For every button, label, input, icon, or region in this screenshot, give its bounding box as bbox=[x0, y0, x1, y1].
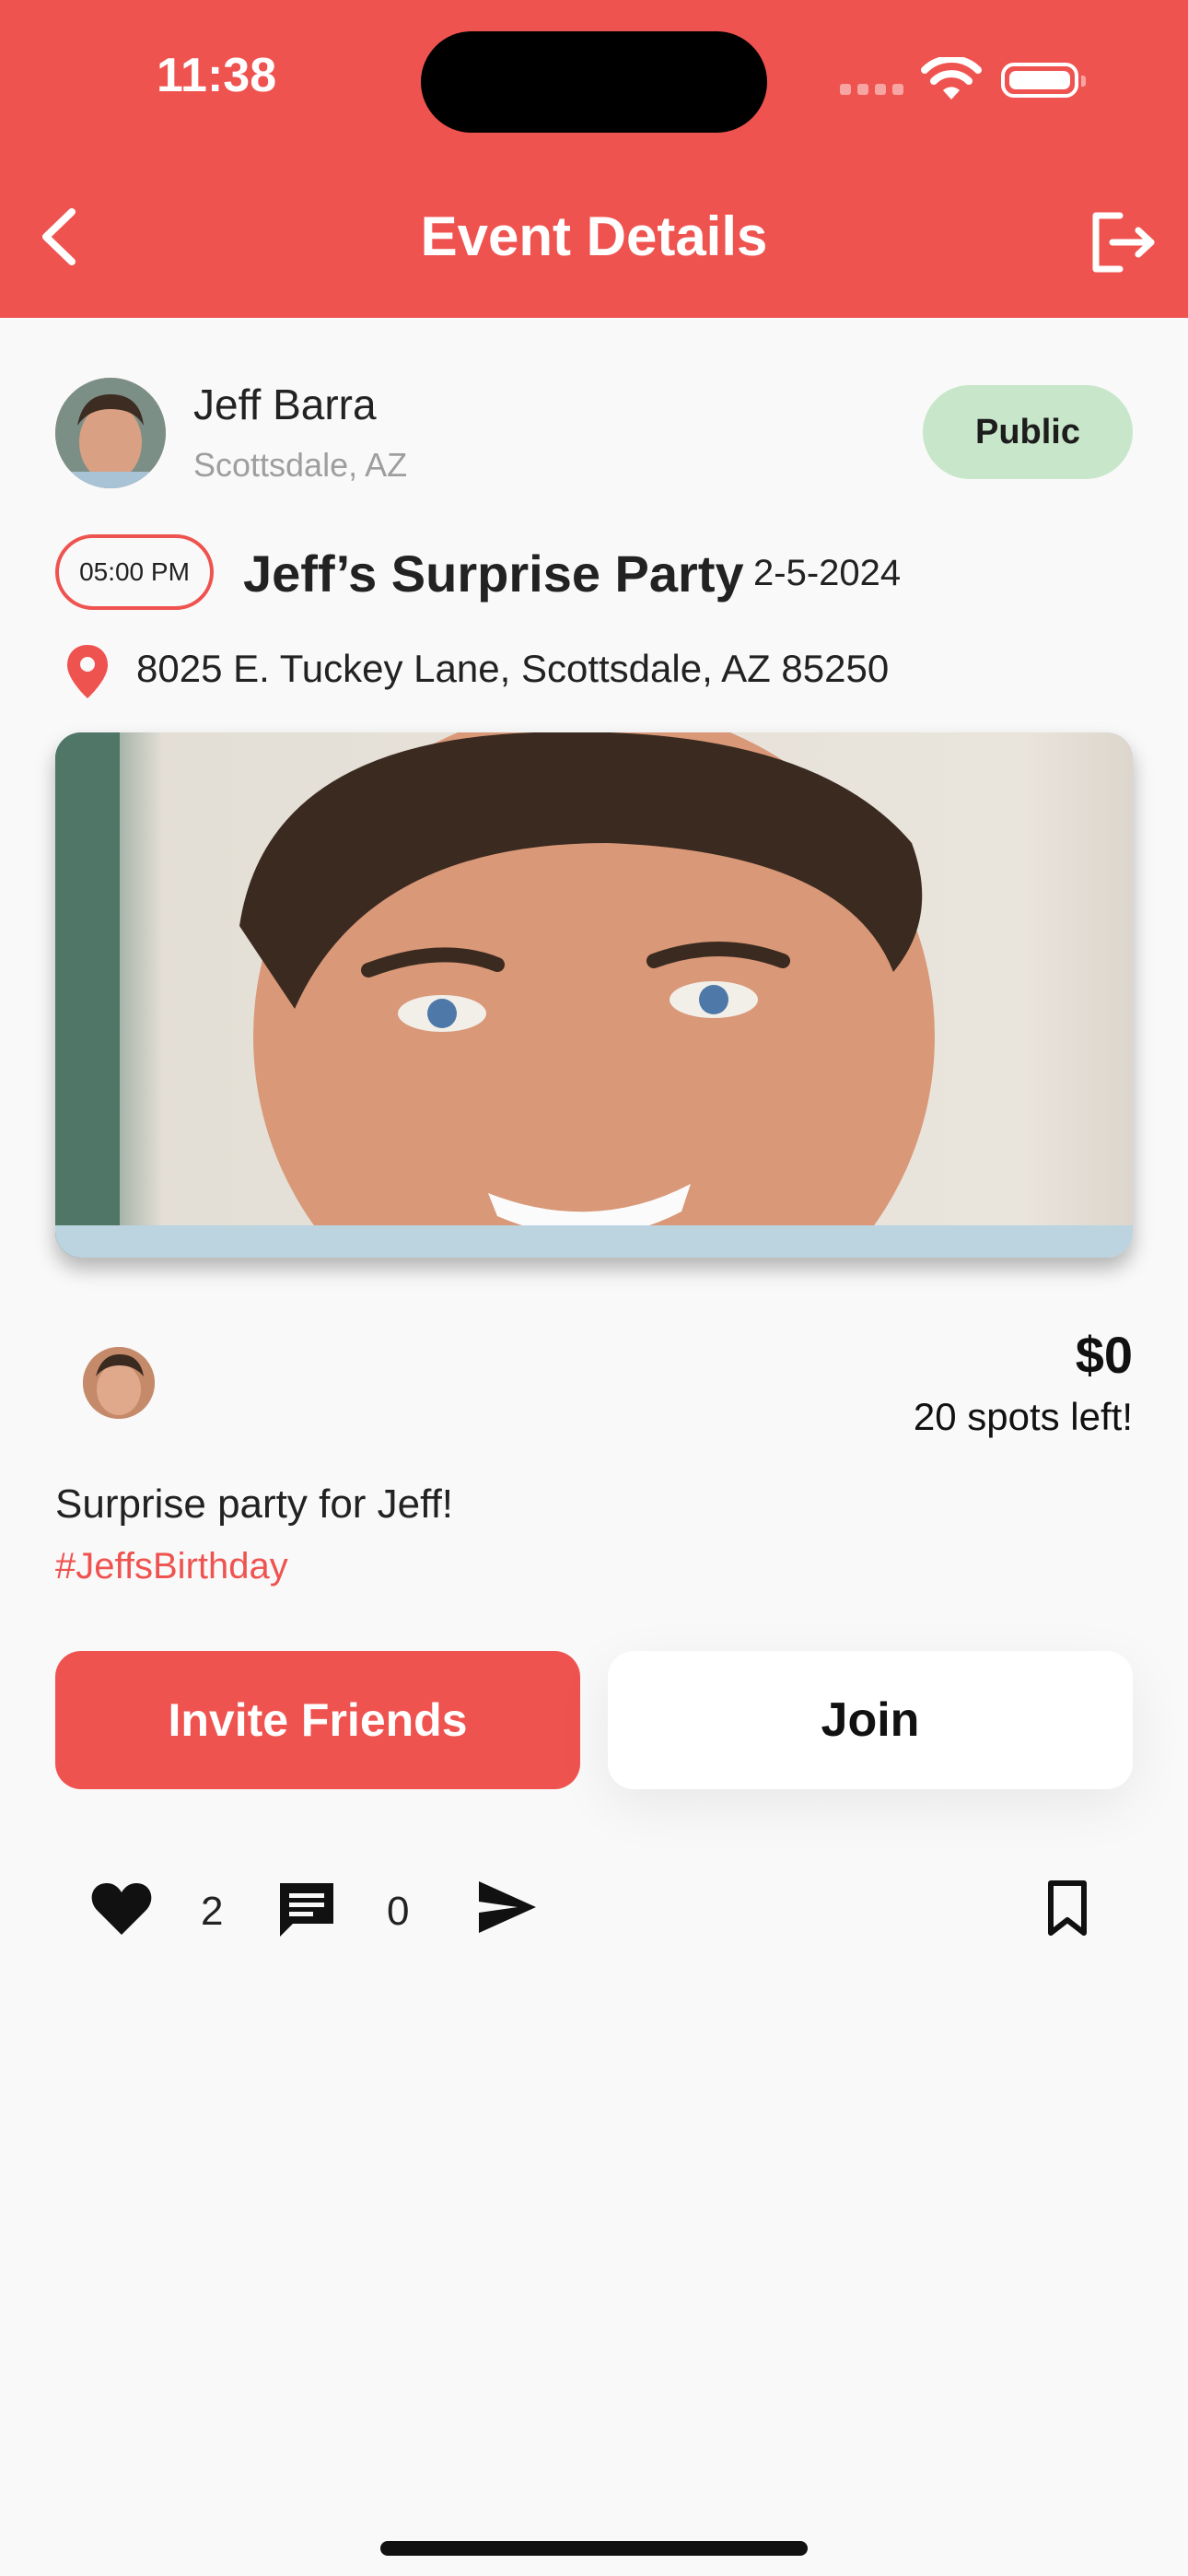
invite-friends-button[interactable]: Invite Friends bbox=[55, 1651, 580, 1789]
spots-left: 20 spots left! bbox=[913, 1395, 1133, 1438]
logout-icon[interactable] bbox=[1087, 210, 1157, 275]
event-price: $0 bbox=[1075, 1326, 1133, 1384]
host-name[interactable]: Jeff Barra bbox=[193, 380, 377, 429]
event-date: 2-5-2024 bbox=[753, 553, 902, 593]
dynamic-island bbox=[421, 31, 767, 133]
heart-icon[interactable] bbox=[90, 1879, 153, 1937]
likes-count: 2 bbox=[201, 1889, 224, 1934]
event-photo bbox=[55, 732, 1133, 1258]
visibility-badge: Public bbox=[923, 385, 1133, 479]
event-address[interactable]: 8025 E. Tuckey Lane, Scottsdale, AZ 8525… bbox=[136, 647, 889, 691]
status-time: 11:38 bbox=[157, 49, 277, 102]
bookmark-icon[interactable] bbox=[1046, 1879, 1089, 1937]
event-title: Jeff’s Surprise Party bbox=[243, 544, 744, 603]
comment-icon[interactable] bbox=[276, 1879, 337, 1940]
signal-icon bbox=[840, 83, 910, 100]
battery-icon bbox=[1001, 63, 1086, 98]
host-location: Scottsdale, AZ bbox=[193, 446, 408, 484]
event-description: Surprise party for Jeff! bbox=[55, 1481, 454, 1527]
page-title: Event Details bbox=[420, 205, 768, 267]
join-button[interactable]: Join bbox=[608, 1651, 1133, 1789]
event-hashtag[interactable]: #JeffsBirthday bbox=[55, 1546, 288, 1587]
home-indicator bbox=[380, 2541, 808, 2556]
host-avatar[interactable] bbox=[55, 378, 166, 488]
wifi-icon bbox=[921, 57, 982, 100]
event-time: 05:00 PM bbox=[55, 534, 214, 610]
attendee-avatar[interactable] bbox=[83, 1347, 155, 1419]
comments-count: 0 bbox=[387, 1889, 410, 1934]
location-pin-icon bbox=[67, 645, 108, 698]
app-header: 11:38 Event Details bbox=[0, 0, 1188, 318]
share-icon[interactable] bbox=[477, 1879, 538, 1935]
